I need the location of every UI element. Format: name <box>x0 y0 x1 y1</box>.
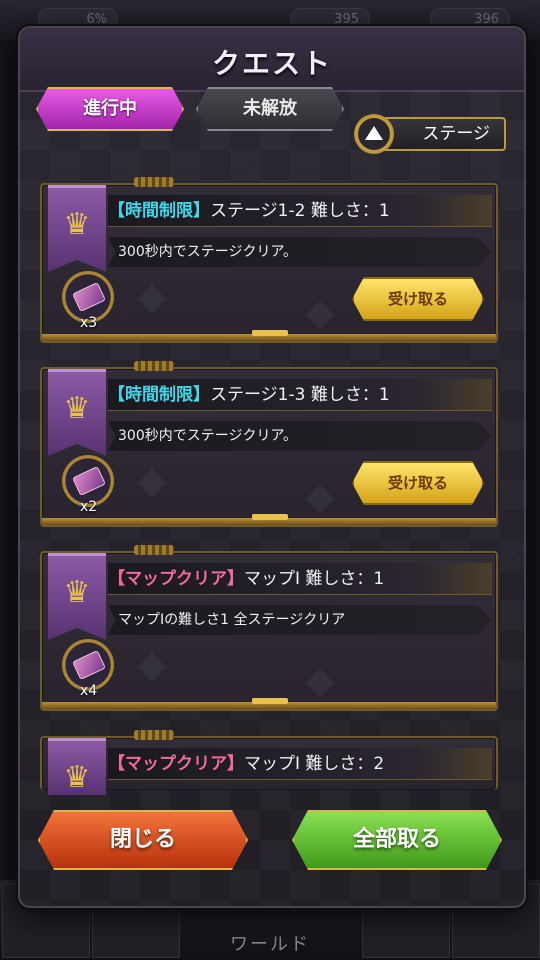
world-nav-label: ワールド <box>230 934 310 955</box>
claim-button[interactable]: 受け取る <box>352 461 484 505</box>
quest-card: ♛ 【時間制限】ステージ1-2 難しさ：1 300秒内でステージクリア。 x3 … <box>40 177 498 343</box>
sort-stage-button[interactable]: ステージ <box>354 114 506 154</box>
ticket-icon <box>72 466 106 496</box>
gear-ornament-icon <box>134 177 174 187</box>
quest-title-text: ステージ1-2 難しさ：1 <box>210 201 390 221</box>
dialog-title: クエスト <box>211 47 332 80</box>
quest-banner: ♛ <box>48 185 106 272</box>
quest-title-text: ステージ1-3 難しさ：1 <box>210 385 390 405</box>
quest-title: 【マップクリア】マップⅠ 難しさ：1 <box>108 563 492 595</box>
quest-description: 300秒内でステージクリア。 <box>108 421 492 451</box>
ticket-icon <box>72 282 106 312</box>
tab-in-progress[interactable]: 進行中 <box>36 87 184 131</box>
quest-card: ♛ 【時間制限】ステージ1-3 難しさ：1 300秒内でステージクリア。 x2 … <box>40 361 498 527</box>
gear-ornament-icon <box>134 545 174 555</box>
quest-description: 300秒内でステージクリア。 <box>108 237 492 267</box>
quest-category: 【マップクリア】 <box>108 569 244 589</box>
quest-category: 【マップクリア】 <box>108 754 244 774</box>
claim-all-button[interactable]: 全部取る <box>292 810 502 870</box>
quest-card: ♛ 【マップクリア】マップⅠ 難しさ：2 <box>40 730 498 795</box>
quest-title-text: マップⅠ 難しさ：1 <box>244 569 385 589</box>
quest-category: 【時間制限】 <box>108 385 210 405</box>
quest-banner: ♛ <box>48 553 106 640</box>
sort-label: ステージ <box>378 117 506 151</box>
crown-icon: ♛ <box>63 207 91 242</box>
crown-icon: ♛ <box>63 575 91 610</box>
gear-ornament-icon <box>134 361 174 371</box>
reward-count: x3 <box>80 315 98 331</box>
quest-title: 【時間制限】ステージ1-2 難しさ：1 <box>108 195 492 227</box>
quest-title: 【マップクリア】マップⅠ 難しさ：2 <box>108 748 492 780</box>
dialog-header: クエスト <box>20 28 524 92</box>
quest-category: 【時間制限】 <box>108 201 210 221</box>
close-button[interactable]: 閉じる <box>38 810 248 870</box>
gear-ornament-icon <box>134 730 174 740</box>
quest-card: ♛ 【マップクリア】マップⅠ 難しさ：1 マップⅠの難しさ1 全ステージクリア … <box>40 545 498 711</box>
quest-title: 【時間制限】ステージ1-3 難しさ：1 <box>108 379 492 411</box>
tab-locked[interactable]: 未解放 <box>196 87 344 131</box>
sort-up-icon <box>354 114 394 154</box>
reward-count: x2 <box>80 499 98 515</box>
crown-icon: ♛ <box>63 391 91 426</box>
quest-banner: ♛ <box>48 738 106 795</box>
quest-title-text: マップⅠ 難しさ：2 <box>244 754 385 774</box>
claim-button[interactable]: 受け取る <box>352 277 484 321</box>
crown-icon: ♛ <box>63 760 91 795</box>
ticket-icon <box>72 650 106 680</box>
quest-description: マップⅠの難しさ1 全ステージクリア <box>108 605 492 635</box>
reward-count: x4 <box>80 683 98 699</box>
quest-banner: ♛ <box>48 369 106 456</box>
